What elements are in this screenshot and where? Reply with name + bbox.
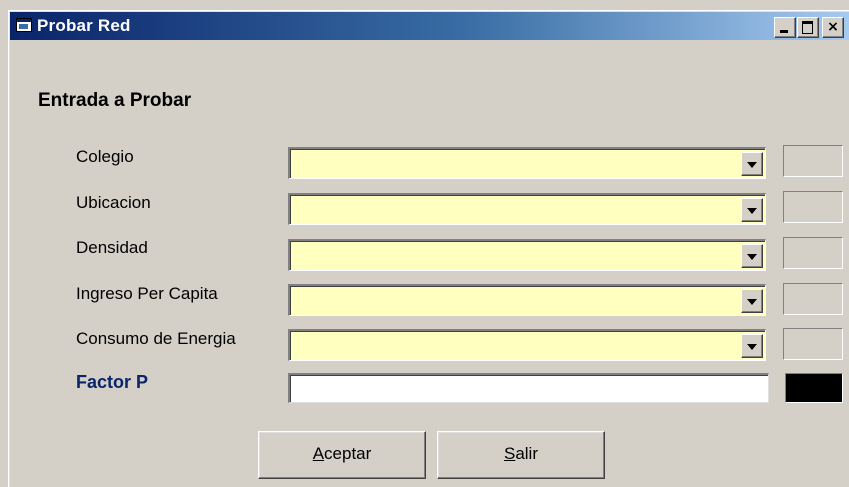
dropdown-arrow-icon[interactable]: [741, 152, 763, 176]
window-title: Probar Red: [37, 16, 131, 35]
dropdown-arrow-icon[interactable]: [741, 289, 763, 313]
factor-p-label: Factor P: [76, 372, 149, 392]
dropdown-arrow-icon[interactable]: [741, 198, 763, 222]
densidad-combobox[interactable]: [288, 239, 766, 271]
ubicacion-combobox[interactable]: [288, 193, 766, 225]
colegio-label: Colegio: [76, 147, 134, 166]
consumo-label: Consumo de Energia: [76, 329, 236, 348]
ingreso-combobox[interactable]: [288, 284, 766, 316]
title-bar[interactable]: Probar Red ×: [10, 12, 849, 40]
dropdown-arrow-icon[interactable]: [741, 244, 763, 268]
window-app-icon: [16, 18, 32, 32]
minimize-icon[interactable]: [774, 17, 796, 38]
consumo-indicator: [783, 328, 843, 360]
close-icon[interactable]: ×: [822, 17, 844, 38]
aceptar-label: ceptar: [324, 444, 372, 463]
salir-button[interactable]: Salir: [437, 431, 605, 479]
maximize-icon[interactable]: [797, 17, 819, 38]
consumo-combobox[interactable]: [288, 329, 766, 361]
densidad-label: Densidad: [76, 238, 148, 257]
aceptar-accel: A: [312, 444, 325, 463]
salir-label: alir: [515, 444, 538, 463]
factor-p-output[interactable]: [288, 373, 769, 403]
dropdown-arrow-icon[interactable]: [741, 334, 763, 358]
ingreso-label: Ingreso Per Capita: [76, 284, 218, 303]
salir-accel: S: [503, 444, 516, 463]
ingreso-indicator: [783, 283, 843, 315]
colegio-combobox[interactable]: [288, 147, 766, 179]
aceptar-button[interactable]: Aceptar: [258, 431, 426, 479]
ubicacion-indicator: [783, 191, 843, 223]
colegio-indicator: [783, 145, 843, 177]
section-title: Entrada a Probar: [38, 90, 192, 111]
factor-p-indicator: [785, 373, 843, 403]
densidad-indicator: [783, 237, 843, 269]
ubicacion-label: Ubicacion: [76, 193, 151, 212]
